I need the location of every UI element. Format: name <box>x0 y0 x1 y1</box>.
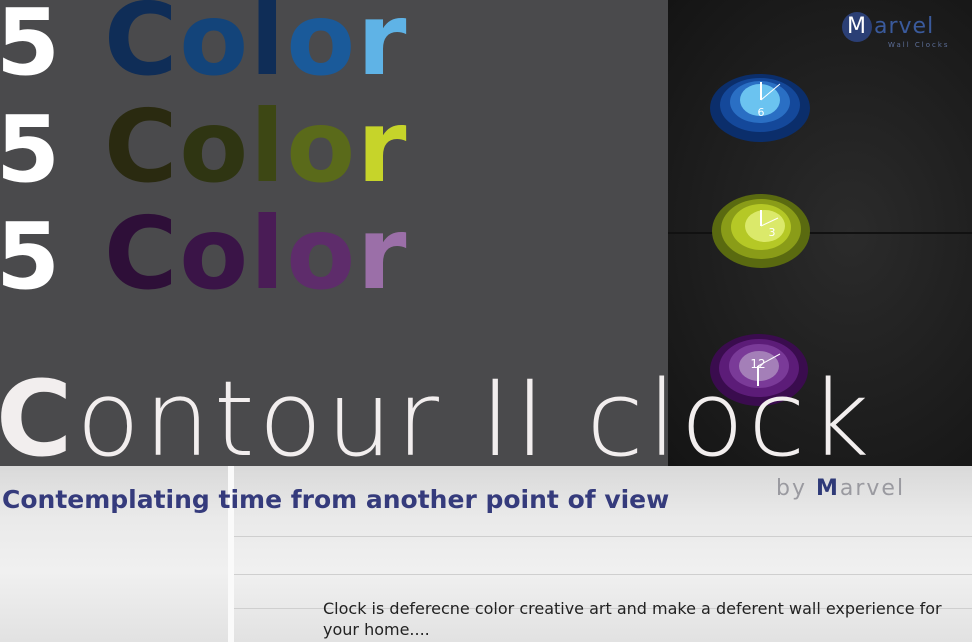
letter: l <box>250 88 287 205</box>
letter: r <box>357 0 409 98</box>
byline-initial: M <box>815 476 840 501</box>
clock-green: 3 <box>712 194 810 268</box>
title-initial: C <box>0 358 77 480</box>
byline-prefix: by <box>776 476 816 501</box>
row-number: 5 <box>0 0 63 96</box>
letter: r <box>357 195 409 312</box>
marvel-logo: Marvel <box>842 12 934 42</box>
color-row-blue: 5 Color <box>0 0 408 90</box>
logo-initial: M <box>842 12 872 42</box>
letter: o <box>179 88 251 205</box>
byline: by Marvel <box>776 476 905 501</box>
row-number: 5 <box>0 96 63 203</box>
product-title: Contour II clock <box>0 367 874 471</box>
letter: C <box>104 88 180 205</box>
letter: C <box>104 0 180 98</box>
byline-name: arvel <box>839 476 906 501</box>
clock-blue: 6 <box>710 74 810 142</box>
letter: C <box>104 195 180 312</box>
letter: o <box>286 0 358 98</box>
letter: o <box>286 195 358 312</box>
clock-numeral: 3 <box>769 226 776 239</box>
color-word: Color <box>104 204 408 304</box>
logo-subtitle: Wall Clocks <box>888 41 950 49</box>
letter: l <box>250 195 287 312</box>
color-word: Color <box>104 97 408 197</box>
floor-board-line <box>234 536 972 537</box>
letter: o <box>286 88 358 205</box>
logo-name: arvel <box>874 14 935 39</box>
color-row-purple: 5 Color <box>0 204 408 304</box>
title-text: ontour II clock <box>76 358 874 480</box>
letter: l <box>250 0 287 98</box>
tagline: Contemplating time from another point of… <box>2 485 670 514</box>
color-word: Color <box>104 0 408 90</box>
letter: o <box>179 195 251 312</box>
row-number: 5 <box>0 203 63 310</box>
floor-board-line <box>234 574 972 575</box>
color-row-green: 5 Color <box>0 97 408 197</box>
letter: o <box>179 0 251 98</box>
clock-face <box>745 210 785 242</box>
clock-numeral: 6 <box>758 106 765 119</box>
letter: r <box>357 88 409 205</box>
description: Clock is deferecne color creative art an… <box>323 599 942 639</box>
